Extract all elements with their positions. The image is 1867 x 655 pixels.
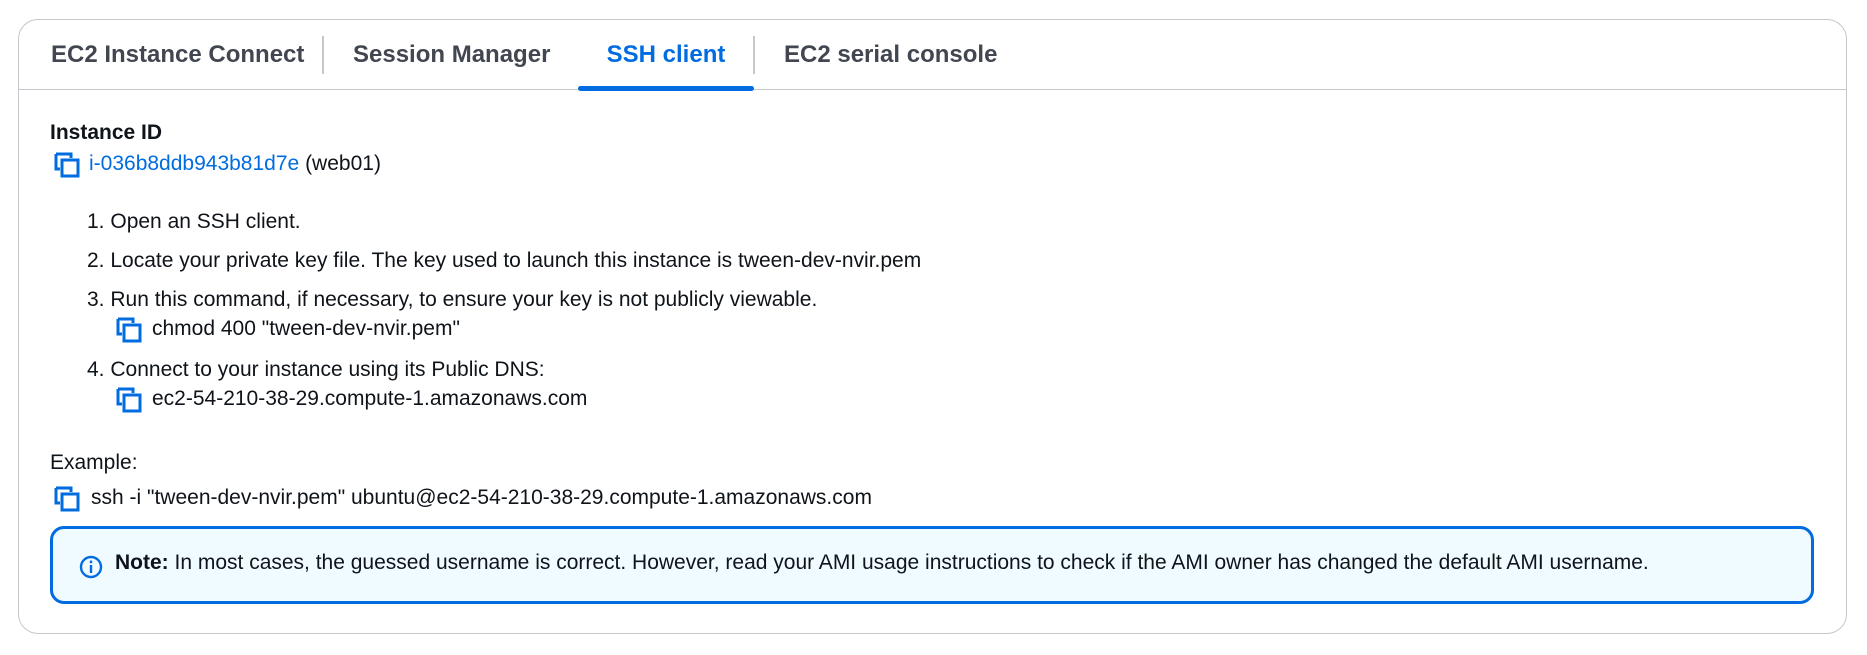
connect-tabs: EC2 Instance Connect Session Manager SSH… — [19, 20, 1846, 91]
active-tab-indicator — [578, 86, 754, 91]
instance-id-link[interactable]: i-036b8ddb943b81d7e — [89, 152, 299, 175]
instance-id-heading: Instance ID — [50, 121, 163, 144]
step-number: 1. — [87, 210, 105, 233]
step-text: Locate your private key file. The key us… — [110, 249, 922, 272]
note-body: In most cases, the guessed username is c… — [168, 551, 1649, 574]
step-2: 2. Locate your private key file. The key… — [87, 249, 921, 273]
info-alert: Note: In most cases, the guessed usernam… — [50, 526, 1814, 604]
tab-divider — [322, 36, 324, 74]
tab-ec2-serial-console[interactable]: EC2 serial console — [784, 20, 997, 89]
step-number: 2. — [87, 249, 105, 272]
tab-session-manager[interactable]: Session Manager — [353, 20, 550, 89]
instance-id-row: i-036b8ddb943b81d7e (web01) — [89, 152, 381, 176]
tab-ssh-client[interactable]: SSH client — [578, 20, 754, 91]
tab-divider — [753, 36, 755, 74]
info-icon — [79, 555, 103, 579]
chmod-command: chmod 400 "tween-dev-nvir.pem" — [152, 317, 460, 340]
ssh-connect-panel: EC2 Instance Connect Session Manager SSH… — [18, 19, 1847, 634]
public-dns-value: ec2-54-210-38-29.compute-1.amazonaws.com — [152, 387, 588, 410]
step-number: 3. — [87, 288, 105, 311]
step-3: 3. Run this command, if necessary, to en… — [87, 288, 817, 312]
tab-ec2-instance-connect[interactable]: EC2 Instance Connect — [51, 20, 304, 89]
example-command: ssh -i "tween-dev-nvir.pem" ubuntu@ec2-5… — [91, 486, 872, 509]
step-text: Open an SSH client. — [110, 210, 301, 233]
copy-icon[interactable] — [116, 317, 142, 343]
example-label: Example: — [50, 451, 138, 474]
step-4: 4. Connect to your instance using its Pu… — [87, 358, 545, 382]
copy-icon[interactable] — [116, 387, 142, 413]
step-text: Run this command, if necessary, to ensur… — [110, 288, 818, 311]
note-text: Note: In most cases, the guessed usernam… — [115, 551, 1649, 575]
tab-ssh-client-label: SSH client — [606, 41, 726, 68]
note-label: Note: — [115, 551, 169, 574]
instance-name: (web01) — [305, 152, 381, 175]
step-text: Connect to your instance using its Publi… — [110, 358, 545, 381]
copy-icon[interactable] — [54, 486, 80, 512]
step-1: 1. Open an SSH client. — [87, 210, 301, 234]
copy-icon[interactable] — [54, 152, 80, 178]
step-number: 4. — [87, 358, 105, 381]
